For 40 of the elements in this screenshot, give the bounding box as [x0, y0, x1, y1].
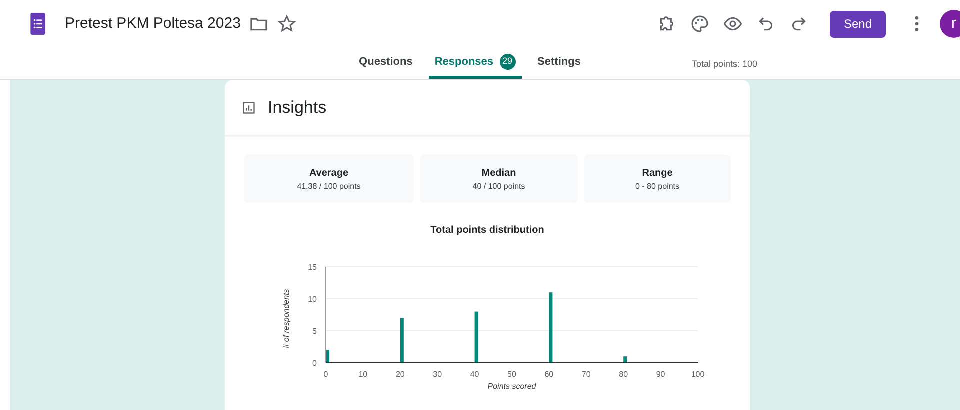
- send-button[interactable]: Send: [830, 10, 886, 38]
- y-tick-label: 10: [308, 295, 317, 304]
- stat-label: Range: [642, 166, 673, 180]
- x-tick-label: 50: [508, 370, 516, 379]
- x-tick-label: 60: [544, 370, 554, 379]
- bar-chart-icon: [242, 100, 256, 114]
- tab[interactable]: Settings: [532, 48, 587, 79]
- bar: [549, 292, 553, 363]
- x-tick-label: 0: [324, 370, 328, 379]
- x-tick-label: 70: [582, 370, 591, 379]
- x-tick-label: 30: [433, 370, 442, 379]
- x-tick-label: 10: [358, 370, 368, 379]
- x-tick-label: 100: [691, 370, 705, 379]
- stat-label: Median: [482, 166, 516, 180]
- y-axis-title: # of respondents: [282, 289, 291, 349]
- y-tick-label: 0: [312, 359, 317, 368]
- avatar[interactable]: r: [940, 10, 960, 38]
- insights-title: Insights: [268, 96, 327, 119]
- tab[interactable]: Questions: [353, 48, 419, 79]
- palette-icon[interactable]: [690, 14, 710, 34]
- y-tick-label: 15: [308, 263, 317, 272]
- x-tick-label: 90: [656, 370, 666, 379]
- bar: [624, 356, 628, 363]
- bar: [474, 312, 478, 363]
- x-tick-label: 80: [619, 370, 628, 379]
- x-tick-label: 40: [470, 370, 480, 379]
- stat-value: 41.38 / 100 points: [297, 180, 361, 192]
- star-icon[interactable]: [276, 14, 297, 34]
- chart-title: Total points distribution: [430, 224, 546, 238]
- stat-label: Average: [309, 166, 349, 180]
- document-title[interactable]: Pretest PKM Poltesa 2023: [65, 12, 241, 36]
- stat-value: 0 - 80 points: [635, 180, 680, 192]
- total-points-text: Total points: 100: [692, 58, 758, 71]
- count-badge: 29: [500, 54, 516, 70]
- stat-value: 40 / 100 points: [472, 180, 526, 192]
- x-tick-label: 20: [396, 370, 405, 379]
- y-tick-label: 5: [312, 327, 317, 336]
- bar: [400, 318, 404, 363]
- x-axis-title: Points scored: [488, 382, 536, 391]
- bar: [326, 350, 330, 363]
